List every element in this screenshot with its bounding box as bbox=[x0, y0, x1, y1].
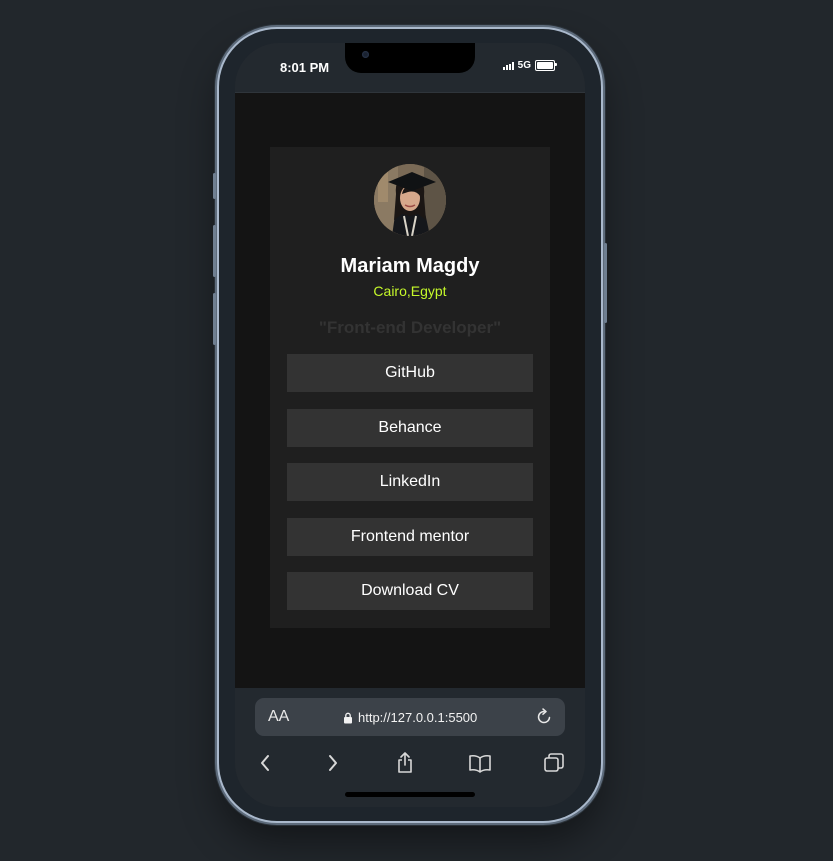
tabs-icon bbox=[544, 753, 564, 772]
frontend-mentor-link-button[interactable]: Frontend mentor bbox=[287, 517, 533, 556]
status-time: 8:01 PM bbox=[280, 60, 330, 75]
battery-icon bbox=[535, 60, 557, 71]
profile-name: Mariam Magdy bbox=[340, 255, 480, 277]
share-icon bbox=[398, 752, 412, 773]
signal-icon bbox=[502, 61, 514, 70]
tabs-button[interactable] bbox=[541, 750, 567, 776]
download-cv-button[interactable]: Download CV bbox=[287, 572, 533, 610]
volume-down-button bbox=[213, 293, 216, 345]
text-size-button[interactable]: AA bbox=[268, 709, 289, 725]
front-camera bbox=[362, 51, 369, 58]
text-size-label: AA bbox=[268, 708, 290, 725]
behance-link-button[interactable]: Behance bbox=[287, 408, 533, 447]
home-indicator bbox=[345, 792, 475, 797]
web-content: Mariam Magdy Cairo,Egypt "Front-end Deve… bbox=[235, 92, 585, 689]
avatar-photo bbox=[374, 164, 446, 236]
mute-switch bbox=[213, 173, 216, 199]
chevron-left-icon bbox=[261, 755, 269, 771]
url-text: http://127.0.0.1:5500 bbox=[358, 710, 478, 725]
book-icon bbox=[469, 754, 491, 773]
profile-card: Mariam Magdy Cairo,Egypt "Front-end Deve… bbox=[270, 147, 550, 628]
forward-button[interactable] bbox=[320, 750, 346, 776]
notch bbox=[345, 43, 475, 73]
profile-location: Cairo,Egypt bbox=[373, 283, 447, 299]
address-bar[interactable]: AA http://127.0.0.1:5500 bbox=[255, 698, 565, 736]
browser-bottom-bar: AA http://127.0.0.1:5500 bbox=[235, 688, 585, 807]
avatar bbox=[374, 164, 446, 236]
status-indicators: 5G bbox=[502, 60, 557, 71]
back-button[interactable] bbox=[252, 750, 278, 776]
status-bar: 8:01 PM 5G bbox=[235, 43, 585, 91]
reload-icon[interactable] bbox=[535, 708, 553, 726]
profile-tagline: "Front-end Developer" bbox=[318, 318, 502, 337]
phone-frame: 8:01 PM 5G Mariam Magdy Cairo,Egypt "Fro… bbox=[213, 29, 607, 821]
power-button bbox=[604, 243, 607, 323]
phone-screen: 8:01 PM 5G Mariam Magdy Cairo,Egypt "Fro… bbox=[235, 43, 585, 807]
linkedin-link-button[interactable]: LinkedIn bbox=[287, 463, 533, 501]
volume-up-button bbox=[213, 225, 216, 277]
share-button[interactable] bbox=[392, 750, 418, 776]
link-list: GitHub Behance LinkedIn Frontend mentor … bbox=[287, 354, 533, 627]
chevron-right-icon bbox=[329, 755, 337, 771]
github-link-button[interactable]: GitHub bbox=[287, 354, 533, 392]
lock-icon bbox=[344, 712, 352, 723]
network-type: 5G bbox=[517, 60, 531, 71]
bookmarks-button[interactable] bbox=[467, 750, 493, 776]
url-display[interactable]: http://127.0.0.1:5500 bbox=[343, 710, 477, 725]
browser-toolbar bbox=[235, 750, 585, 780]
